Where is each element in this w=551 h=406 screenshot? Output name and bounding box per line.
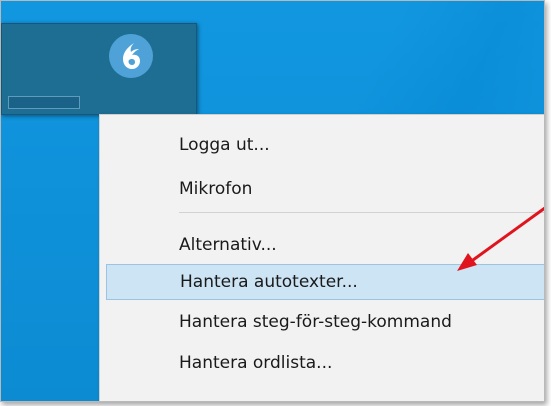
- annotation-arrow-icon: [457, 206, 544, 271]
- screenshot-frame: Logga ut... Mikrofon Alternativ... Hante…: [0, 0, 545, 402]
